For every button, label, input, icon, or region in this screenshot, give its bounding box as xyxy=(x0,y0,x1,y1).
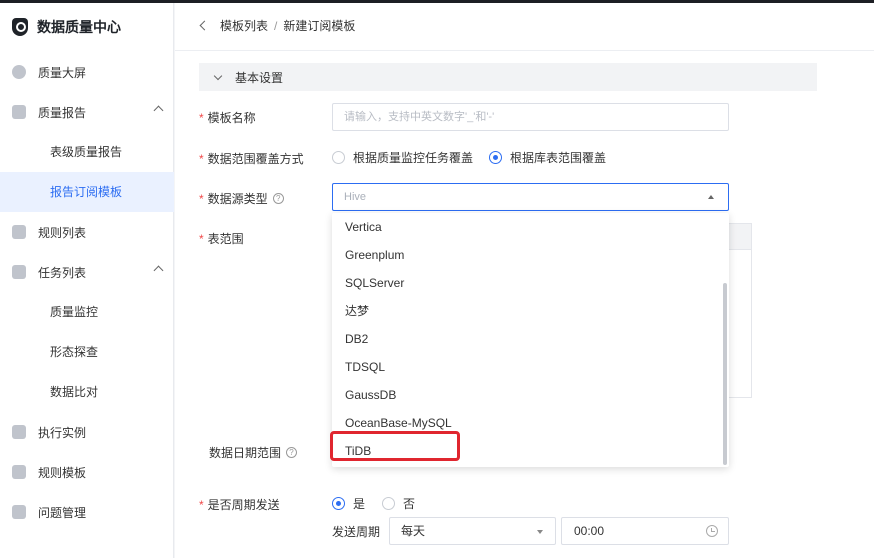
dropdown-option-db2[interactable]: DB2 xyxy=(332,325,722,353)
radio-label: 根据库表范围覆盖 xyxy=(510,151,607,165)
back-chevron-icon[interactable] xyxy=(199,20,210,31)
send-period-label: 发送周期 xyxy=(332,525,381,539)
help-icon[interactable]: ? xyxy=(286,447,298,458)
label-text: 表范围 xyxy=(207,232,244,246)
required-mark: * xyxy=(199,231,204,246)
breadcrumb-parent[interactable]: 模板列表 xyxy=(220,17,268,34)
send-period-select[interactable]: 每天 xyxy=(389,517,556,545)
help-icon[interactable]: ? xyxy=(272,193,284,204)
radio-periodic-no[interactable]: 否 xyxy=(382,495,415,512)
required-mark: * xyxy=(199,151,204,166)
date-range-label: 数据日期范围 ? xyxy=(199,444,298,461)
periodic-send-label: * 是否周期发送 xyxy=(199,496,280,513)
template-icon xyxy=(12,465,26,479)
dropdown-scrollbar[interactable] xyxy=(723,283,727,465)
label-text: 数据日期范围 xyxy=(209,446,282,460)
dropdown-option-vertica[interactable]: Vertica xyxy=(332,213,722,241)
sidebar-item-rule-list[interactable]: 规则列表 xyxy=(0,212,174,252)
radio-label: 是 xyxy=(353,497,366,511)
required-mark: * xyxy=(199,191,204,206)
sidebar-item-quality-report[interactable]: 质量报告 xyxy=(0,92,174,132)
sidebar-item-quality-monitor[interactable]: 质量监控 xyxy=(0,292,174,332)
time-value: 00:00 xyxy=(574,524,605,538)
dropdown-option-tdsql[interactable]: TDSQL xyxy=(332,353,722,381)
radio-coverage-by-task[interactable]: 根据质量监控任务覆盖 xyxy=(332,149,473,166)
breadcrumb: 模板列表 / 新建订阅模板 xyxy=(199,17,356,34)
label-text: 模板名称 xyxy=(207,111,256,125)
table-scope-label: * 表范围 xyxy=(199,230,244,247)
sidebar-item-quality-dashboard[interactable]: 质量大屏 xyxy=(0,52,174,92)
label-text: 数据范围覆盖方式 xyxy=(207,152,304,166)
breadcrumb-separator: / xyxy=(274,18,278,33)
sidebar-item-label: 规则模板 xyxy=(38,465,87,480)
section-basic-settings[interactable]: 基本设置 xyxy=(199,63,817,91)
sidebar-item-task-list[interactable]: 任务列表 xyxy=(0,252,174,292)
main-content: 模板列表 / 新建订阅模板 基本设置 * 模板名称 * 数据范围覆盖方式 根据质… xyxy=(175,3,874,558)
sidebar-item-rule-template[interactable]: 规则模板 xyxy=(0,452,174,492)
sidebar-item-label: 质量报告 xyxy=(38,105,87,120)
sidebar-item-label: 规则列表 xyxy=(38,225,87,240)
radio-coverage-by-table[interactable]: 根据库表范围覆盖 xyxy=(489,149,606,166)
source-type-label: * 数据源类型 ? xyxy=(199,190,284,207)
required-mark: * xyxy=(199,110,204,125)
task-icon xyxy=(12,265,26,279)
section-title: 基本设置 xyxy=(235,70,284,85)
brand: 数据质量中心 xyxy=(12,17,121,37)
caret-down-icon xyxy=(537,530,543,534)
sidebar-item-label: 执行实例 xyxy=(38,425,87,440)
dropdown-option-greenplum[interactable]: Greenplum xyxy=(332,241,722,269)
caret-up-icon xyxy=(708,195,714,199)
header-divider xyxy=(175,50,874,51)
select-value: 每天 xyxy=(401,524,426,538)
app-title: 数据质量中心 xyxy=(37,19,121,35)
sidebar-item-profile-explore[interactable]: 形态探查 xyxy=(0,332,174,372)
sidebar-item-report-subscription-template[interactable]: 报告订阅模板 xyxy=(0,172,174,212)
label-text: 数据源类型 xyxy=(207,192,268,206)
app-logo-icon xyxy=(12,18,28,36)
history-icon xyxy=(12,425,26,439)
radio-label: 否 xyxy=(403,497,416,511)
dropdown-option-dameng[interactable]: 达梦 xyxy=(332,297,722,325)
radio-dot xyxy=(489,151,502,164)
sidebar-item-execution-instance[interactable]: 执行实例 xyxy=(0,412,174,452)
chevron-up-icon xyxy=(153,105,164,116)
source-type-dropdown: Vertica Greenplum SQLServer 达梦 DB2 TDSQL… xyxy=(332,213,729,467)
dropdown-option-sqlserver[interactable]: SQLServer xyxy=(332,269,722,297)
template-name-input[interactable] xyxy=(332,103,729,131)
sidebar-item-issue-management[interactable]: 问题管理 xyxy=(0,492,174,532)
radio-label: 根据质量监控任务覆盖 xyxy=(353,151,474,165)
chevron-down-icon xyxy=(213,71,223,80)
issue-icon xyxy=(12,505,26,519)
sidebar: 数据质量中心 质量大屏 质量报告 表级质量报告 报告订阅模板 规则列表 任务列表… xyxy=(0,3,174,558)
chart-icon xyxy=(12,105,26,119)
sidebar-item-data-compare[interactable]: 数据比对 xyxy=(0,372,174,412)
sidebar-item-label: 任务列表 xyxy=(38,265,87,280)
chevron-up-icon xyxy=(153,265,164,276)
breadcrumb-current: 新建订阅模板 xyxy=(283,19,356,33)
highlight-annotation xyxy=(330,431,460,461)
radio-dot xyxy=(332,151,345,164)
sidebar-item-label: 质量大屏 xyxy=(38,65,87,80)
dashboard-icon xyxy=(12,65,26,79)
source-type-select[interactable]: Hive xyxy=(332,183,729,211)
coverage-label: * 数据范围覆盖方式 xyxy=(199,150,304,167)
label-text: 是否周期发送 xyxy=(207,498,280,512)
radio-periodic-yes[interactable]: 是 xyxy=(332,495,365,512)
select-value: Hive xyxy=(344,191,367,203)
clock-icon xyxy=(706,525,718,537)
list-icon xyxy=(12,225,26,239)
send-time-input[interactable]: 00:00 xyxy=(561,517,729,545)
template-name-label: * 模板名称 xyxy=(199,109,256,126)
radio-dot xyxy=(382,497,395,510)
required-mark: * xyxy=(199,497,204,512)
dropdown-option-gaussdb[interactable]: GaussDB xyxy=(332,381,722,409)
radio-dot xyxy=(332,497,345,510)
sidebar-item-label: 问题管理 xyxy=(38,505,87,520)
sidebar-item-table-quality-report[interactable]: 表级质量报告 xyxy=(0,132,174,172)
